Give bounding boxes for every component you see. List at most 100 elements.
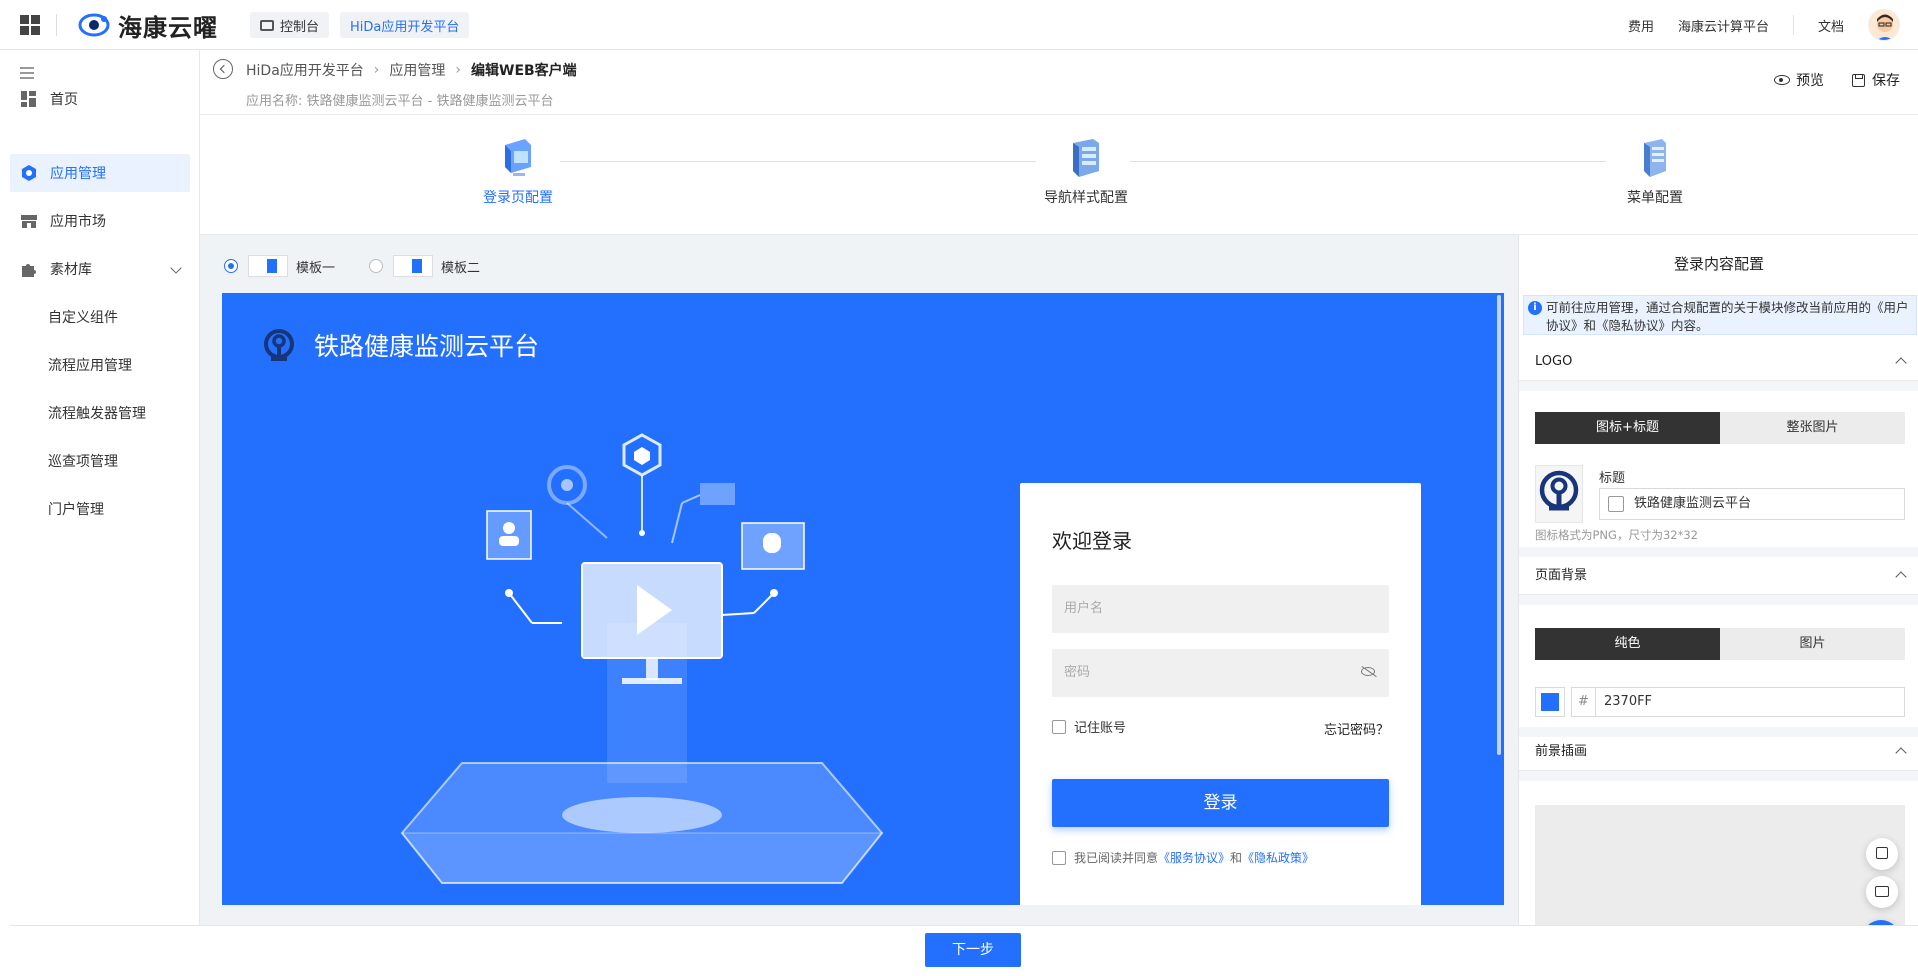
top-right-links: 费用 海康云计算平台 文档 [1628,0,1918,50]
login-button[interactable]: 登录 [1052,779,1389,827]
preview-button[interactable]: 预览 [1774,70,1824,90]
background-mode-solid[interactable]: 纯色 [1535,628,1720,660]
sidebar-subitem-inspection-items[interactable]: 巡查项管理 [10,442,190,480]
sidebar-item-app-management[interactable]: 应用管理 [10,154,190,192]
back-icon[interactable] [213,59,233,79]
foreground-illustration-preview[interactable] [1535,805,1905,925]
background-mode-image[interactable]: 图片 [1720,628,1905,660]
step-indicator: 登录页配置 导航样式配置 菜单配置 [200,115,1918,235]
sidebar-item-label: 素材库 [50,262,92,278]
app-name: 应用名称: 铁路健康监测云平台 - 铁路健康监测云平台 [246,94,554,109]
background-section-header[interactable]: 页面背景 [1519,557,1918,595]
console-link[interactable]: 控制台 [250,12,330,38]
step-login-page[interactable]: 登录页配置 [468,137,568,207]
template-two-label[interactable]: 模板二 [441,257,480,276]
preview-scrollbar[interactable] [1497,295,1501,755]
edit-float-button[interactable] [1866,838,1898,870]
password-input[interactable]: 密码 [1052,649,1389,697]
step-label: 菜单配置 [1627,190,1683,206]
title-visible-checkbox[interactable] [1608,496,1624,512]
preview-platform-title: 铁路健康监测云平台 [314,332,540,361]
chevron-right-icon: › [373,62,380,78]
sidebar-item-label: 巡查项管理 [48,454,118,470]
sidebar-subitem-process-apps[interactable]: 流程应用管理 [10,346,190,384]
step-label: 导航样式配置 [1044,190,1128,206]
step-navigation-style[interactable]: 导航样式配置 [1036,137,1136,207]
sidebar-item-label: 应用管理 [50,166,106,182]
step-connector [1130,161,1606,162]
breadcrumb-item[interactable]: 应用管理 [389,60,445,80]
server-step-icon [1638,137,1672,179]
eye-icon [1774,75,1790,85]
foreground-section-header[interactable]: 前景插画 [1519,733,1918,771]
template-one-label[interactable]: 模板一 [296,257,335,276]
login-form-card: 欢迎登录 用户名 密码 记住账号 忘记密码？ 登录 我已阅读并同意 《服务协议》… [1020,483,1421,905]
save-button[interactable]: 保存 [1852,70,1900,90]
store-icon [20,212,38,230]
feedback-float-button[interactable] [1866,876,1898,908]
brand-logo[interactable]: 海康云曜 [78,10,218,42]
remember-checkbox[interactable] [1052,719,1066,734]
console-label: 控制台 [280,19,320,35]
sidebar-subitem-portal[interactable]: 门户管理 [10,490,190,528]
docs-link[interactable]: 文档 [1818,16,1844,35]
page-header: HiDa应用开发平台 › 应用管理 › 编辑WEB客户端 应用名称: 铁路健康监… [200,50,1918,115]
sidebar: 首页 应用管理 应用市场 素材库 自定义组件 流程应用管理 流程触发器管理 巡查… [0,50,200,976]
privacy-policy-link[interactable]: 《隐私政策》 [1242,849,1314,866]
sidebar-subitem-custom-components[interactable]: 自定义组件 [10,298,190,336]
section-gap [1519,771,1918,781]
message-icon [1875,886,1889,897]
sidebar-item-app-market[interactable]: 应用市场 [10,202,190,240]
sidebar-item-home[interactable]: 首页 [10,80,190,118]
hex-color-input[interactable]: #2370FF [1571,687,1905,717]
logo-mode-toggle: 图标+标题 整张图片 [1535,412,1905,444]
avatar[interactable] [1868,9,1900,41]
logo-section-header[interactable]: LOGO [1519,343,1918,381]
next-step-button[interactable]: 下一步 [925,933,1021,967]
apps-grid-icon[interactable] [20,15,40,35]
step-menu-config[interactable]: 菜单配置 [1605,137,1705,207]
eye-off-icon[interactable] [1361,667,1375,676]
username-input[interactable]: 用户名 [1052,585,1389,633]
remember-account[interactable]: 记住账号 [1052,717,1126,736]
fees-link[interactable]: 费用 [1628,16,1654,35]
illustration-image [400,433,884,884]
color-picker-swatch[interactable] [1535,687,1565,717]
forgot-password-link[interactable]: 忘记密码？ [1324,719,1389,738]
agreement-checkbox[interactable] [1052,850,1066,865]
logo-mode-full-image[interactable]: 整张图片 [1720,412,1905,444]
gear-icon [20,164,38,182]
section-title: 前景插画 [1535,744,1588,759]
monitor-step-icon [501,137,535,179]
template-two-thumbnail[interactable] [393,255,434,277]
brand-name: 海康云曜 [118,13,218,42]
platform-link[interactable]: HiDa应用开发平台 [340,12,470,38]
template-selector: 模板一 模板二 [224,255,480,277]
title-input[interactable]: 铁路健康监测云平台 [1599,488,1905,520]
step-connector [560,161,1036,162]
step-label: 登录页配置 [483,190,553,206]
section-title: 页面背景 [1535,568,1588,583]
template-one-thumbnail[interactable] [248,255,288,277]
sidebar-subitem-process-triggers[interactable]: 流程触发器管理 [10,394,190,432]
footer-bar: 下一步 [10,925,1918,976]
logo-upload[interactable] [1535,465,1583,523]
logo-mode-icon-title[interactable]: 图标+标题 [1535,412,1720,444]
section-gap [1519,381,1918,391]
chevron-up-icon [1895,747,1907,759]
agreement: 我已阅读并同意 《服务协议》 和 《隐私政策》 [1052,849,1314,866]
top-bar: 海康云曜 控制台 HiDa应用开发平台 费用 海康云计算平台 文档 [0,0,1918,50]
notice-banner: i 可前往应用管理，通过合规配置的关于模块修改当前应用的《用户协议》和《隐私协议… [1523,295,1917,335]
template-two-radio[interactable] [369,259,384,273]
preview-canvas-area: 模板一 模板二 铁路健康监测云平台 欢迎登录 用户名 密码 记住账号 忘记密码？… [200,235,1518,925]
railway-emblem-icon [262,327,296,367]
puzzle-icon [20,260,38,278]
template-one-radio[interactable] [224,259,238,273]
cloud-platform-link[interactable]: 海康云计算平台 [1678,16,1769,35]
service-agreement-link[interactable]: 《服务协议》 [1158,849,1230,866]
agreement-and: 和 [1230,851,1243,865]
sidebar-item-material-library[interactable]: 素材库 [10,250,190,288]
section-gap [1519,595,1918,605]
home-icon [20,90,38,108]
breadcrumb-item[interactable]: HiDa应用开发平台 [246,60,364,80]
